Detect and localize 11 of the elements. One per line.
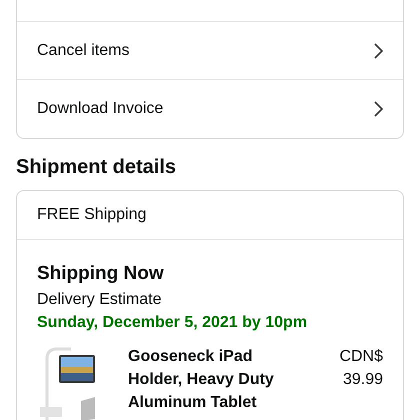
- chevron-right-icon: [373, 42, 383, 58]
- delivery-date: Sunday, December 5, 2021 by 10pm: [37, 313, 308, 333]
- shipping-status: Shipping Now: [37, 262, 165, 286]
- chevron-right-icon: [373, 101, 383, 117]
- section-heading: Shipment details: [16, 155, 178, 180]
- product-price: CDN$ 39.99: [339, 347, 383, 390]
- estimate-label: Delivery Estimate: [37, 290, 162, 310]
- product-title[interactable]: Gooseneck iPad Holder, Heavy Duty Aluminum Tablet: [128, 345, 340, 420]
- menu-item[interactable]: Cancel items: [17, 22, 403, 80]
- menu-item[interactable]: Download Invoice: [17, 80, 403, 138]
- shipping-type: FREE Shipping: [37, 205, 146, 225]
